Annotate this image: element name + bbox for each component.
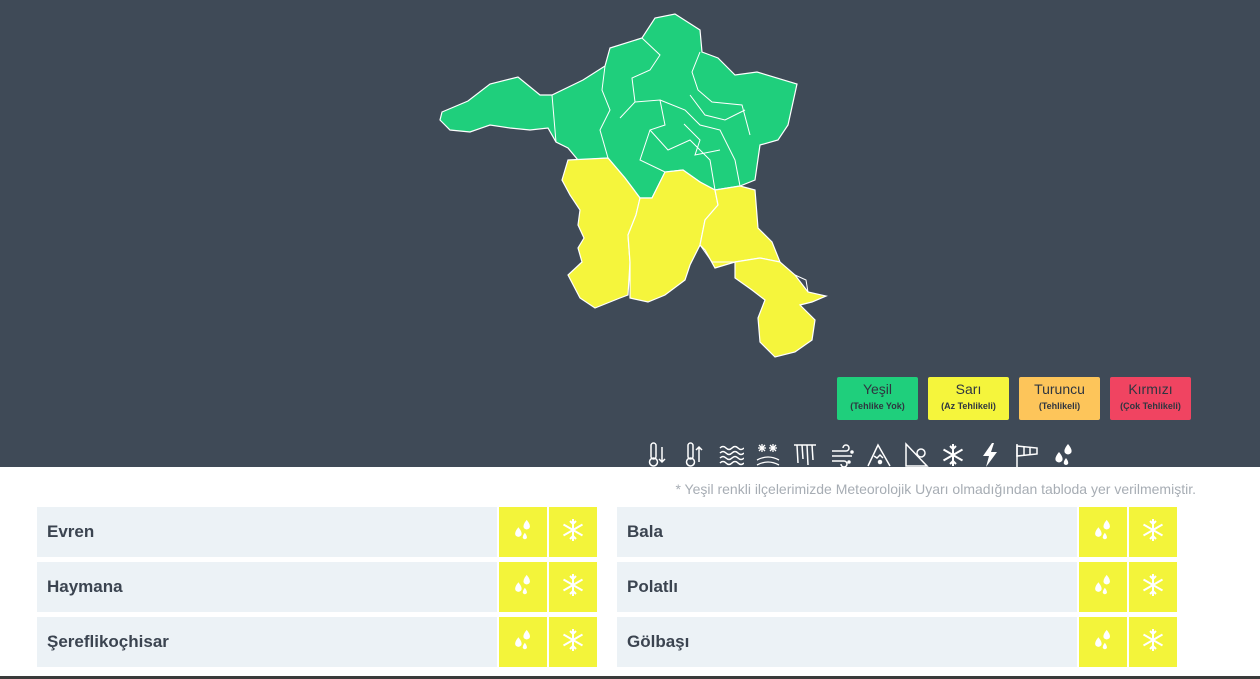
rain-icon <box>511 573 535 602</box>
district-name: Haymana <box>37 562 497 612</box>
avalanche-icon[interactable] <box>860 442 897 468</box>
legend: Yeşil (Tehlike Yok) Sarı (Az Tehlikeli) … <box>837 377 1191 420</box>
legend-red[interactable]: Kırmızı (Çok Tehlikeli) <box>1110 377 1191 420</box>
district-name: Polatlı <box>617 562 1077 612</box>
region-yellow-southeast[interactable] <box>734 257 828 358</box>
snow-icon <box>560 627 586 658</box>
snow-warning-cell[interactable] <box>549 562 597 612</box>
snow-warning-cell[interactable] <box>1129 507 1177 557</box>
map-panel: Yeşil (Tehlike Yok) Sarı (Az Tehlikeli) … <box>0 0 1260 468</box>
district-name: Şereflikoçhisar <box>37 617 497 667</box>
rain-icon <box>511 628 535 657</box>
table-row[interactable]: Haymana <box>37 562 597 612</box>
landslide-icon[interactable] <box>897 442 934 468</box>
snow-ice-icon[interactable] <box>749 442 786 468</box>
legend-green-sub: (Tehlike Yok) <box>850 401 905 411</box>
warning-note: * Yeşil renkli ilçelerimizde Meteoroloji… <box>675 481 1196 497</box>
district-name: Bala <box>617 507 1077 557</box>
rain-icon <box>511 518 535 547</box>
snow-warning-cell[interactable] <box>549 617 597 667</box>
legend-orange-sub: (Tehlikeli) <box>1038 401 1081 411</box>
rain-warning-cell[interactable] <box>1079 562 1127 612</box>
lightning-icon[interactable] <box>971 442 1008 468</box>
legend-orange[interactable]: Turuncu (Tehlikeli) <box>1019 377 1100 420</box>
table-row[interactable]: Şereflikoçhisar <box>37 617 597 667</box>
district-name: Evren <box>37 507 497 557</box>
dust-storm-icon[interactable] <box>823 442 860 468</box>
snow-icon <box>1140 572 1166 603</box>
snow-icon <box>1140 627 1166 658</box>
district-name: Gölbaşı <box>617 617 1077 667</box>
legend-green[interactable]: Yeşil (Tehlike Yok) <box>837 377 918 420</box>
rain-warning-cell[interactable] <box>1079 507 1127 557</box>
rain-warning-cell[interactable] <box>499 507 547 557</box>
table-row[interactable]: Evren <box>37 507 597 557</box>
hazard-icon-bar <box>638 442 1082 468</box>
snow-warning-cell[interactable] <box>1129 562 1177 612</box>
snow-icon <box>1140 517 1166 548</box>
rain-warning-cell[interactable] <box>499 617 547 667</box>
table-row[interactable]: Bala <box>617 507 1177 557</box>
rain-warning-cell[interactable] <box>1079 617 1127 667</box>
snow-icon[interactable] <box>934 442 971 468</box>
rain-warning-cell[interactable] <box>499 562 547 612</box>
frost-icon[interactable] <box>786 442 823 468</box>
cold-icon[interactable] <box>638 442 675 468</box>
rain-icon <box>1091 518 1115 547</box>
legend-yellow-label: Sarı <box>955 381 982 397</box>
table-row[interactable]: Polatlı <box>617 562 1177 612</box>
heat-icon[interactable] <box>675 442 712 468</box>
legend-yellow[interactable]: Sarı (Az Tehlikeli) <box>928 377 1009 420</box>
legend-orange-label: Turuncu <box>1034 381 1085 397</box>
table-row[interactable]: Gölbaşı <box>617 617 1177 667</box>
wind-icon[interactable] <box>1008 442 1045 468</box>
snow-icon <box>560 572 586 603</box>
legend-red-sub: (Çok Tehlikeli) <box>1120 401 1181 411</box>
snow-warning-cell[interactable] <box>1129 617 1177 667</box>
rain-icon <box>1091 573 1115 602</box>
district-list-left: Evren Haymana Şereflikoçhisar <box>37 507 597 672</box>
legend-green-label: Yeşil <box>862 381 893 397</box>
rain-icon[interactable] <box>1045 442 1082 468</box>
snow-icon <box>560 517 586 548</box>
fog-icon[interactable] <box>712 442 749 468</box>
legend-red-label: Kırmızı <box>1128 381 1173 397</box>
snow-warning-cell[interactable] <box>549 507 597 557</box>
legend-yellow-sub: (Az Tehlikeli) <box>941 401 996 411</box>
rain-icon <box>1091 628 1115 657</box>
district-list-right: Bala Polatlı Gölbaşı <box>617 507 1177 672</box>
